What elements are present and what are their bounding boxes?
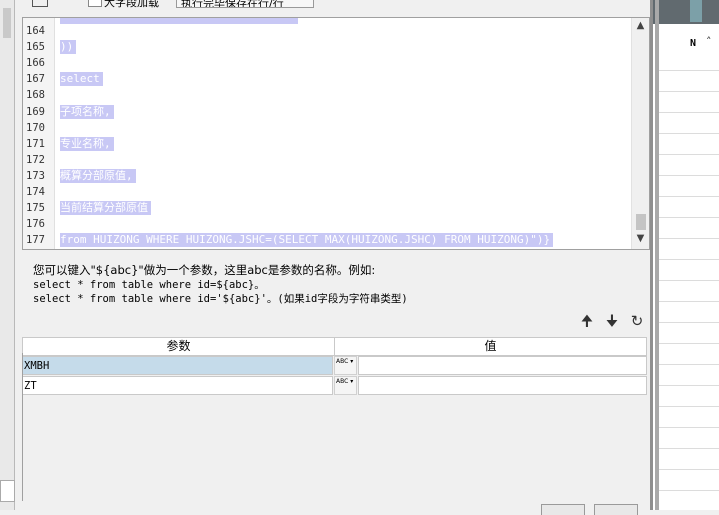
line-number: 175 xyxy=(26,202,45,215)
grid-row-line xyxy=(659,175,719,176)
grid-row-line xyxy=(659,112,719,113)
type-abc-icon[interactable]: ABC ▾ xyxy=(334,376,357,395)
grid-row-line xyxy=(659,280,719,281)
grid-row-line xyxy=(659,406,719,407)
code-line[interactable]: 专业名称, xyxy=(60,136,114,151)
line-number: 167 xyxy=(26,73,45,86)
type-label: ABC xyxy=(336,378,349,385)
line-number: 176 xyxy=(26,218,45,231)
grid-row-line xyxy=(659,70,719,71)
editor-scrollbar[interactable]: ▲ ▼ xyxy=(631,18,649,249)
right-panel-tab[interactable] xyxy=(690,0,702,22)
grid-row-line xyxy=(659,322,719,323)
parameter-table: 参数 值 XMBH ABC ▾ ZT ABC ▾ xyxy=(22,337,648,501)
right-panel-scroll-strip xyxy=(655,0,659,510)
code-line[interactable]: 当前结算分部原值 xyxy=(60,201,151,216)
editor-scrollbar-thumb[interactable] xyxy=(636,214,646,230)
grid-row-line xyxy=(659,343,719,344)
scroll-down-icon[interactable]: ▼ xyxy=(632,233,649,247)
column-header-param[interactable]: 参数 xyxy=(22,337,335,356)
arrow-down-icon[interactable]: 🠋 xyxy=(603,312,621,330)
code-line[interactable]: 概算分部原值, xyxy=(60,168,136,183)
help-text-line-3: select * from table where id='${abc}'。(如… xyxy=(33,293,408,305)
line-number: 168 xyxy=(26,89,45,102)
table-row[interactable]: ZT ABC ▾ xyxy=(22,376,647,395)
type-label: ABC xyxy=(336,358,349,365)
line-number: 177 xyxy=(26,234,45,247)
right-panel xyxy=(653,0,719,510)
help-text-line-2: select * from table where id=${abc}。 xyxy=(33,279,265,291)
left-scrollbar-thumb[interactable] xyxy=(3,8,11,38)
code-line[interactable]: )) xyxy=(60,40,77,55)
type-abc-icon[interactable]: ABC ▾ xyxy=(334,356,357,375)
code-line[interactable]: select xyxy=(60,72,103,87)
line-number: 165 xyxy=(26,41,45,54)
line-number: 169 xyxy=(26,105,45,118)
grid-row-line xyxy=(659,427,719,428)
left-panel-strip xyxy=(0,0,15,510)
right-panel-column-header[interactable]: N xyxy=(690,38,696,49)
line-number: 166 xyxy=(26,57,45,70)
grid-row-line xyxy=(659,217,719,218)
grid-row-line xyxy=(659,364,719,365)
param-name-cell[interactable]: ZT xyxy=(22,376,333,395)
refresh-icon[interactable]: ↻ xyxy=(628,312,646,330)
toolbar-icon[interactable] xyxy=(32,0,48,7)
grid-row-line xyxy=(659,490,719,491)
grid-row-line xyxy=(659,196,719,197)
line-number: 170 xyxy=(26,121,45,134)
table-left-border xyxy=(22,353,23,501)
column-header-value[interactable]: 值 xyxy=(334,337,647,356)
code-line[interactable]: from HUIZONG WHERE HUIZONG.JSHC=(SELECT … xyxy=(60,233,554,248)
grid-row-line xyxy=(659,385,719,386)
grid-row-line xyxy=(659,238,719,239)
table-row[interactable]: XMBH ABC ▾ xyxy=(22,356,647,375)
help-text-line-1: 您可以键入"${abc}"做为一个参数，这里abc是参数的名称。例如: xyxy=(33,263,376,277)
left-panel-input[interactable] xyxy=(0,480,15,502)
big-field-checkbox[interactable] xyxy=(88,0,102,7)
chevron-down-icon[interactable]: ˄ xyxy=(706,35,712,48)
line-number: 171 xyxy=(26,137,45,150)
grid-row-line xyxy=(659,448,719,449)
big-field-label: 大字段加载 xyxy=(104,0,159,9)
scroll-up-icon[interactable]: ▲ xyxy=(632,20,649,34)
code-line-partial[interactable] xyxy=(60,18,298,24)
right-panel-toolbar xyxy=(653,0,719,24)
arrow-up-icon[interactable]: 🠉 xyxy=(578,312,596,330)
grid-row-line xyxy=(659,301,719,302)
grid-row-line xyxy=(659,133,719,134)
grid-row-line xyxy=(659,154,719,155)
param-value-input[interactable] xyxy=(358,376,647,395)
line-number: 174 xyxy=(26,186,45,198)
grid-row-line xyxy=(659,259,719,260)
execution-mode-select[interactable]: 执行完毕保存在行/行 xyxy=(176,0,314,8)
sql-editor[interactable]: 164 165)) 166 167 select 168 169 子项名称, 170 171 专业… xyxy=(22,17,650,250)
grid-row-line xyxy=(659,91,719,92)
grid-row-line xyxy=(659,469,719,470)
line-number: 164 xyxy=(26,25,45,37)
param-name-cell[interactable]: XMBH xyxy=(22,356,333,375)
line-number: 173 xyxy=(26,169,45,182)
code-line[interactable]: 子项名称, xyxy=(60,104,114,119)
line-number: 172 xyxy=(26,153,45,166)
param-value-input[interactable] xyxy=(358,356,647,375)
